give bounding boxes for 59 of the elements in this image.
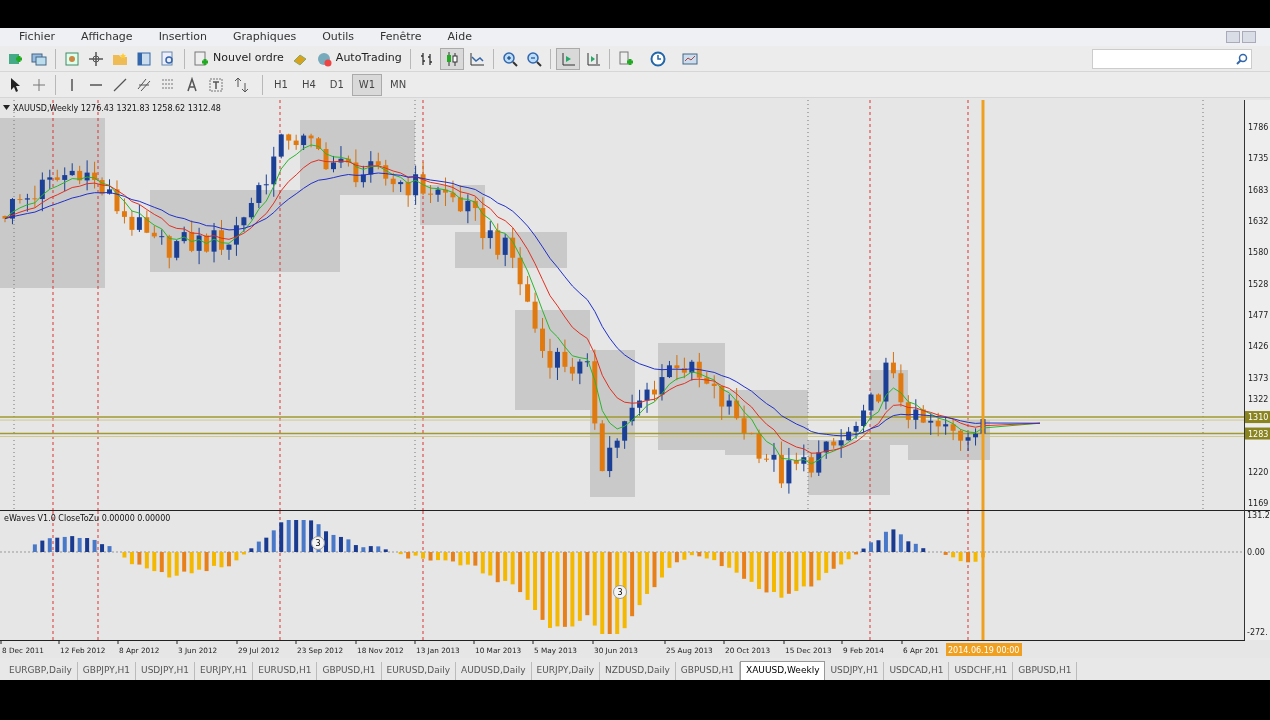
price-label: 1632 [1248, 217, 1269, 226]
timeframe-button[interactable]: MN [384, 73, 413, 96]
chart-title: XAUUSD,Weekly 1276.43 1321.83 1258.62 1312.48 [13, 104, 221, 113]
chart-tab[interactable]: EURUSD,Daily [381, 662, 456, 680]
price-label: 1426 [1248, 342, 1269, 352]
scale-label: 0.00 [1247, 548, 1265, 557]
timeframe-button[interactable]: H4 [295, 73, 322, 96]
menu-item[interactable]: Aide [434, 29, 485, 45]
scale-label: 131.2 [1247, 511, 1270, 520]
chart-tab[interactable]: USDJPY,H1 [825, 662, 885, 680]
candlestick-icon[interactable] [439, 47, 464, 70]
menu-item[interactable]: Fichier [6, 29, 68, 45]
autotrading-button[interactable]: AutoTrading [312, 47, 405, 70]
menu-item[interactable]: Graphiques [219, 29, 310, 45]
chart-tab[interactable]: GBPJPY,H1 [77, 662, 137, 680]
menu-item[interactable]: Fenêtre [367, 29, 435, 45]
timeframe-button[interactable]: D1 [323, 73, 350, 96]
price-level-line[interactable] [0, 416, 1245, 421]
menu-item[interactable]: Insertion [145, 29, 220, 45]
chart-tab[interactable]: GBPUSD,H1 [317, 662, 382, 680]
price-label: 1683 [1248, 185, 1269, 195]
menu-item[interactable]: Affichage [67, 29, 146, 45]
document-plus-icon [193, 50, 209, 67]
autoscroll-icon[interactable] [555, 47, 580, 70]
indicator-title: eWaves V1.0 CloseToZu 0.00000 0.00000 [4, 514, 171, 523]
chart-tab[interactable]: GBPUSD,H1 [1013, 662, 1078, 680]
chart-tab[interactable]: GBPUSD,H1 [675, 662, 740, 680]
price-marker: 1310 [1245, 411, 1270, 424]
timeframe-button[interactable]: W1 [351, 73, 383, 96]
scale-label: -272. [1247, 628, 1268, 637]
price-label: 1322 [1248, 395, 1269, 404]
price-label: 1786 [1248, 123, 1269, 132]
collapse-icon[interactable] [3, 105, 10, 110]
chart-tab[interactable]: AUDUSD,Daily [456, 662, 532, 680]
circles-icon [315, 50, 332, 67]
chart-tab[interactable]: XAUUSD,Weekly [739, 661, 826, 680]
new-order-button[interactable]: Nouvel ordre [190, 47, 287, 70]
search-field[interactable] [1092, 48, 1252, 69]
price-label: 1528 [1248, 279, 1269, 289]
timeframe-button[interactable]: H1 [268, 73, 294, 96]
price-level-line[interactable] [0, 432, 1245, 438]
search-icon[interactable] [1236, 52, 1248, 65]
chart-tab[interactable]: EURGBP,Daily [4, 662, 78, 680]
wave-label: 3 [311, 536, 325, 550]
chart-tab[interactable]: USDJPY,H1 [136, 662, 196, 680]
price-label: 1220 [1248, 467, 1269, 477]
chart-tab[interactable]: USDCHF,H1 [949, 662, 1014, 680]
price-label: 1580 [1248, 248, 1269, 258]
chart-tab[interactable]: NZDUSD,Daily [600, 662, 676, 680]
chart-tab[interactable]: EURJPY,Daily [531, 662, 601, 680]
chart-tab[interactable]: USDCAD,H1 [884, 662, 950, 680]
price-label: 1373 [1248, 373, 1269, 383]
cursor-date-label: 2014.06.19 00:00 [946, 643, 1022, 656]
menu-item[interactable]: Outils [309, 29, 367, 45]
chart-tab[interactable]: EURUSD,H1 [253, 662, 318, 680]
price-label: 1735 [1248, 154, 1269, 164]
price-label: 1169 [1248, 498, 1269, 508]
price-label: 1477 [1248, 311, 1269, 320]
chart-tab[interactable]: EURJPY,H1 [195, 662, 254, 680]
